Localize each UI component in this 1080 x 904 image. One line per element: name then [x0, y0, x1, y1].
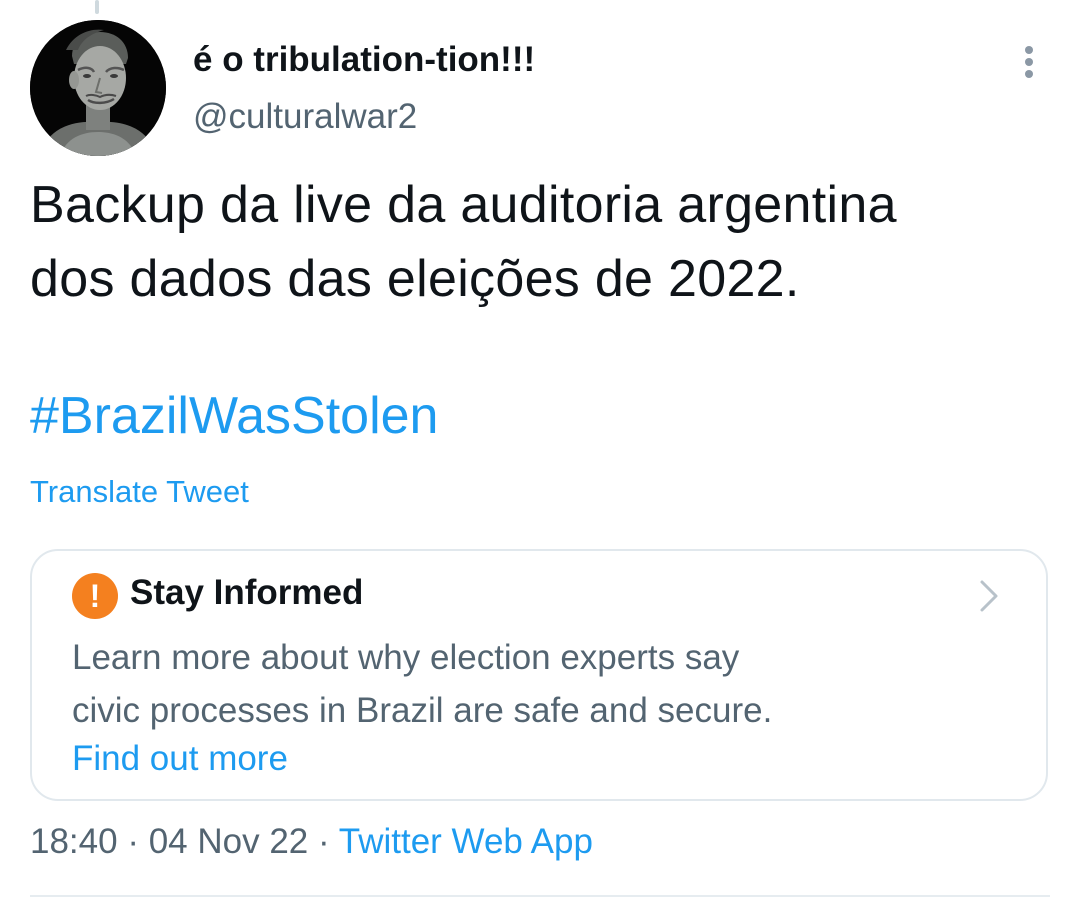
- tweet-text: Backup da live da auditoria argentina do…: [30, 168, 1040, 316]
- meta-separator: ·: [318, 822, 330, 861]
- more-vertical-icon-dot: [1025, 58, 1033, 66]
- notice-body-line: civic processes in Brazil are safe and s…: [72, 691, 773, 730]
- notice-body: Learn more about why election experts sa…: [72, 631, 972, 737]
- author-display-name[interactable]: é o tribulation-tion!!!: [193, 40, 535, 80]
- hashtag-link[interactable]: #BrazilWasStolen: [30, 386, 438, 446]
- avatar[interactable]: [30, 20, 166, 156]
- exclamation-circle-icon: !: [72, 573, 118, 619]
- meta-separator: ·: [127, 822, 139, 861]
- stay-informed-notice[interactable]: ! Stay Informed Learn more about why ele…: [30, 549, 1048, 801]
- terracotta-warrior-avatar-icon: [30, 20, 166, 156]
- notice-body-line: Learn more about why election experts sa…: [72, 638, 740, 677]
- divider: [30, 895, 1050, 897]
- tweet-source-link[interactable]: Twitter Web App: [339, 822, 593, 861]
- notice-title: Stay Informed: [130, 573, 364, 612]
- more-vertical-icon-dot: [1025, 70, 1033, 78]
- thread-connector-line: [95, 0, 99, 14]
- tweet-text-line: dos dados das eleições de 2022.: [30, 250, 800, 308]
- tweet-text-line: Backup da live da auditoria argentina: [30, 176, 897, 234]
- more-vertical-icon: [1025, 46, 1033, 54]
- more-options-button[interactable]: [1010, 40, 1050, 84]
- tweet-detail: é o tribulation-tion!!! @culturalwar2 Ba…: [0, 0, 1080, 904]
- translate-tweet-link[interactable]: Translate Tweet: [30, 474, 249, 510]
- author-handle[interactable]: @culturalwar2: [193, 97, 417, 137]
- tweet-time[interactable]: 18:40: [30, 822, 118, 861]
- find-out-more-link[interactable]: Find out more: [72, 739, 288, 779]
- tweet-date[interactable]: 04 Nov 22: [149, 822, 309, 861]
- chevron-right-icon: [980, 580, 998, 612]
- tweet-metadata: 18:40 · 04 Nov 22 · Twitter Web App: [30, 822, 593, 862]
